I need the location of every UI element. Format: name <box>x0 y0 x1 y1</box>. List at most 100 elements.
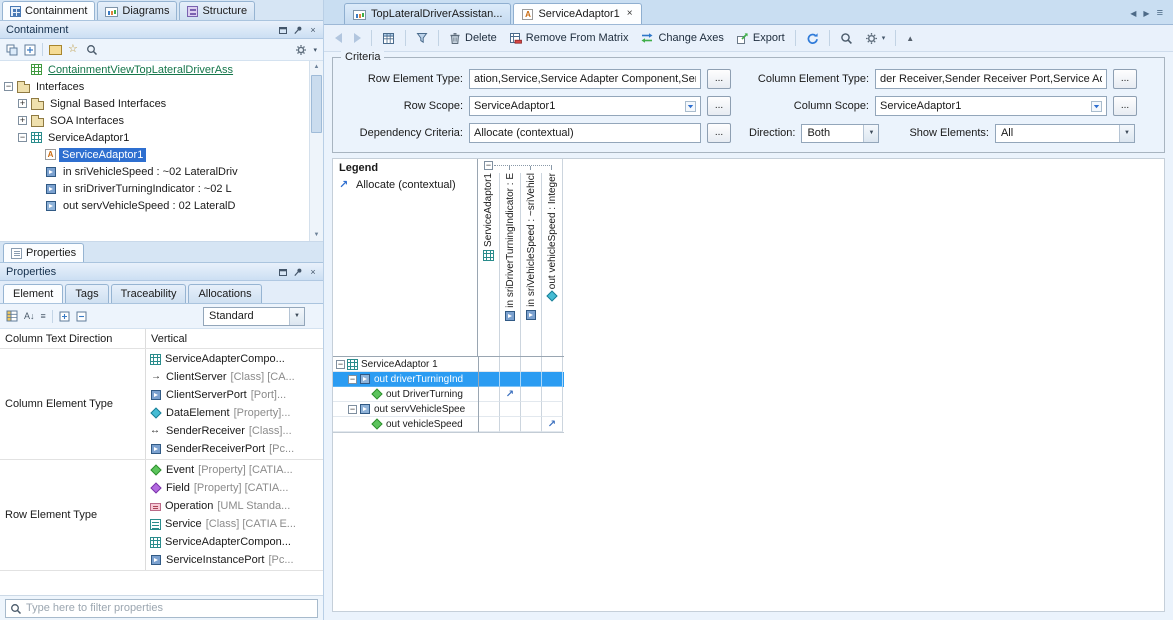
column-tree-expander-icon[interactable]: − <box>484 161 493 170</box>
pin-panel-icon[interactable] <box>291 23 305 37</box>
properties-dock-tab[interactable]: Properties <box>3 243 84 262</box>
gear-caret-icon[interactable]: ▾ <box>313 46 317 54</box>
matrix-cell[interactable] <box>500 372 521 387</box>
filter-button[interactable] <box>411 28 433 49</box>
back-button[interactable] <box>330 28 347 49</box>
properties-mode-select[interactable]: Standard ▼ <box>203 307 305 326</box>
matrix-row-expander-icon[interactable]: − <box>336 360 345 369</box>
tree-expander-icon[interactable]: − <box>18 133 27 142</box>
collapse-toolbar-button[interactable]: ▲ <box>901 28 919 49</box>
close-tab-icon[interactable]: × <box>627 9 633 19</box>
tree-item[interactable]: in sriVehicleSpeed : ~02 LateralDriv <box>0 163 309 180</box>
matrix-cell[interactable]: ↗ <box>500 387 521 402</box>
row-scope-field[interactable]: ServiceAdaptor1 <box>469 96 701 116</box>
tab-tags[interactable]: Tags <box>65 284 108 303</box>
search-button[interactable] <box>835 28 858 49</box>
column-scope-selector-icon[interactable] <box>1091 101 1102 112</box>
remove-from-matrix-button[interactable]: Remove From Matrix <box>504 28 634 49</box>
column-element-type-browse-button[interactable]: ... <box>1113 69 1137 89</box>
tab-list-icon[interactable]: ≡ <box>1157 7 1163 19</box>
scroll-tabs-left-icon[interactable]: ◀ <box>1130 9 1136 18</box>
matrix-cell[interactable] <box>479 372 500 387</box>
property-value-item[interactable]: Operation[UML Standa... <box>146 497 323 515</box>
dock-tab-containment[interactable]: Containment <box>2 1 95 20</box>
expand-properties-icon[interactable] <box>59 311 70 322</box>
matrix-cell[interactable] <box>479 402 500 417</box>
forward-button[interactable] <box>349 28 366 49</box>
row-scope-browse-button[interactable]: ... <box>707 96 731 116</box>
row-element-type-field[interactable] <box>469 69 701 89</box>
matrix-row-expander-icon[interactable]: − <box>348 375 357 384</box>
tree-item[interactable]: −Interfaces <box>0 78 309 95</box>
matrix-row[interactable]: −out servVehicleSpee <box>333 402 564 417</box>
dock-tab-structure[interactable]: Structure <box>179 1 255 20</box>
matrix-cell[interactable] <box>521 417 542 432</box>
document-tab-inactive[interactable]: TopLateralDriverAssistan... <box>344 3 511 24</box>
open-diagram-icon[interactable] <box>49 45 62 55</box>
column-scope-field[interactable]: ServiceAdaptor1 <box>875 96 1107 116</box>
matrix-row-expander-icon[interactable]: − <box>348 405 357 414</box>
scrollbar-thumb[interactable] <box>311 75 322 133</box>
tree-item[interactable]: out servVehicleSpeed : 02 LateralD <box>0 197 309 214</box>
matrix-column-header[interactable]: in sriVehicleSpeed : ~sriVehicl <box>520 173 541 356</box>
categorized-view-icon[interactable] <box>6 310 18 322</box>
property-value-item[interactable]: ServiceAdapterCompon... <box>146 533 323 551</box>
tree-item[interactable]: +SOA Interfaces <box>0 112 309 129</box>
dependency-criteria-field[interactable] <box>469 123 701 143</box>
collapse-all-icon[interactable] <box>6 44 18 56</box>
tab-traceability[interactable]: Traceability <box>111 284 187 303</box>
matrix-row[interactable]: −out driverTurningInd <box>333 372 564 387</box>
scroll-up-icon[interactable]: ▲ <box>310 61 323 73</box>
collapse-properties-icon[interactable] <box>76 311 87 322</box>
dependency-criteria-browse-button[interactable]: ... <box>707 123 731 143</box>
tree-expander-icon[interactable]: + <box>18 116 27 125</box>
matrix-cell[interactable] <box>521 387 542 402</box>
property-value-item[interactable]: ServiceAdapterCompo... <box>146 350 323 368</box>
document-tab-active[interactable]: ServiceAdaptor1× <box>513 3 641 24</box>
export-button[interactable]: Export <box>731 28 790 49</box>
search-icon[interactable] <box>86 44 98 56</box>
refresh-button[interactable] <box>801 28 824 49</box>
matrix-column-header[interactable]: out vehicleSpeed : Integer <box>541 173 562 356</box>
matrix-cell[interactable] <box>521 372 542 387</box>
gear-icon[interactable] <box>295 44 307 56</box>
tree-item[interactable]: +Signal Based Interfaces <box>0 95 309 112</box>
property-value-item[interactable]: SenderReceiver[Class]... <box>146 422 323 440</box>
matrix-cell[interactable] <box>479 417 500 432</box>
delete-button[interactable]: Delete <box>444 28 502 49</box>
matrix-canvas[interactable]: Legend Allocate (contextual) − ServiceAd… <box>332 158 1165 612</box>
matrix-cell[interactable] <box>542 357 563 372</box>
matrix-options-button[interactable] <box>377 28 400 49</box>
property-value-item[interactable]: ClientServer[Class] [CA... <box>146 368 323 386</box>
show-elements-select[interactable]: All ▼ <box>995 124 1135 143</box>
expand-all-icon[interactable] <box>24 44 36 56</box>
close-panel-icon[interactable]: × <box>306 23 320 37</box>
properties-filter-input[interactable] <box>5 599 318 618</box>
property-value-item[interactable]: SenderReceiverPort[Pc... <box>146 440 323 458</box>
matrix-column-header[interactable]: ServiceAdaptor1 <box>478 173 499 356</box>
matrix-cell[interactable] <box>500 402 521 417</box>
tree-item[interactable]: ServiceAdaptor1 <box>0 146 309 163</box>
matrix-cell[interactable] <box>542 387 563 402</box>
matrix-cell[interactable] <box>500 357 521 372</box>
tree-expander-icon[interactable]: + <box>18 99 27 108</box>
favorites-icon[interactable] <box>68 44 80 56</box>
matrix-cell[interactable] <box>521 357 542 372</box>
close-panel-icon[interactable]: × <box>306 265 320 279</box>
matrix-cell[interactable] <box>542 372 563 387</box>
property-value-item[interactable]: ServiceInstancePort[Pc... <box>146 551 323 569</box>
column-scope-browse-button[interactable]: ... <box>1113 96 1137 116</box>
row-element-type-browse-button[interactable]: ... <box>707 69 731 89</box>
tree-expander-icon[interactable]: − <box>4 82 13 91</box>
float-panel-icon[interactable] <box>276 23 290 37</box>
float-panel-icon[interactable] <box>276 265 290 279</box>
settings-button[interactable]: ▾ <box>860 28 891 49</box>
matrix-cell[interactable]: ↗ <box>542 417 563 432</box>
tree-item[interactable]: −ServiceAdaptor1 <box>0 129 309 146</box>
containment-scrollbar[interactable]: ▲ ▼ <box>309 61 323 241</box>
matrix-row[interactable]: −ServiceAdaptor 1 <box>333 357 564 372</box>
property-value-item[interactable]: Field[Property] [CATIA... <box>146 479 323 497</box>
matrix-cell[interactable] <box>542 402 563 417</box>
scroll-down-icon[interactable]: ▼ <box>310 229 323 241</box>
tree-item[interactable]: in sriDriverTurningIndicator : ~02 L <box>0 180 309 197</box>
